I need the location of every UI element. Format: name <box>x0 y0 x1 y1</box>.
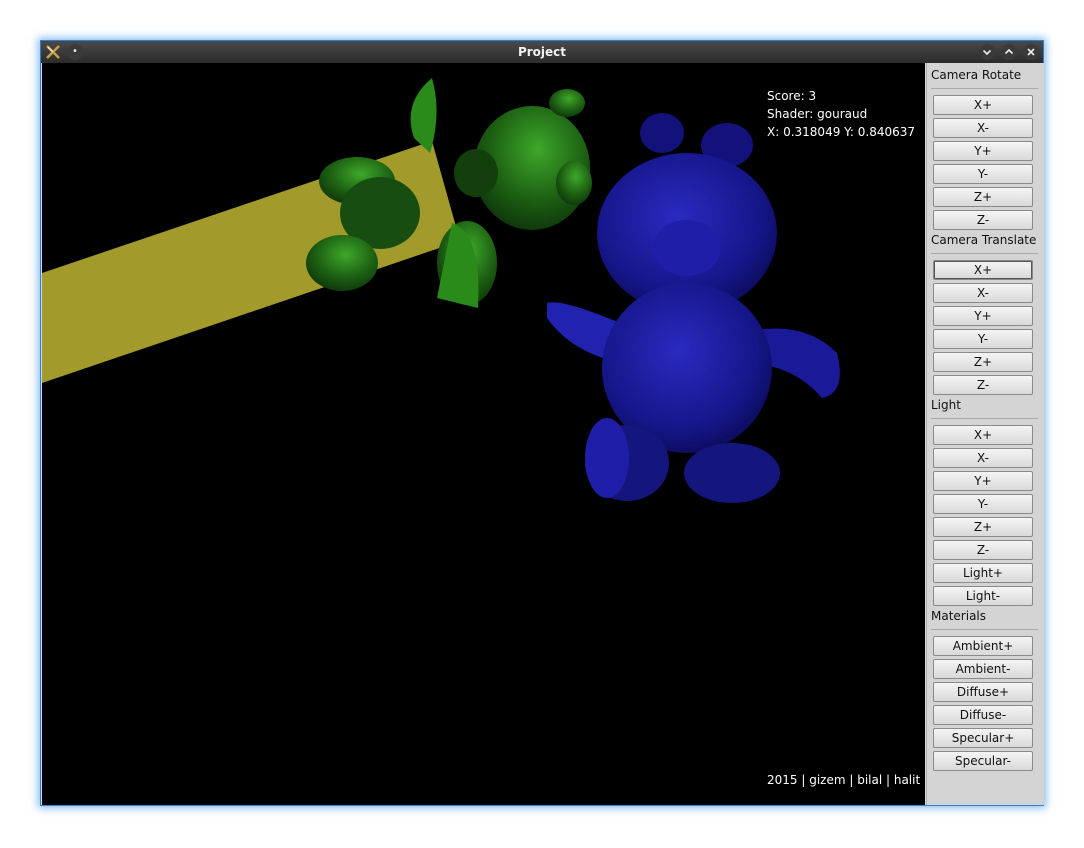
coords-readout: X: 0.318049 Y: 0.840637 <box>767 125 916 139</box>
control-panel: Camera Rotate X+ X- Y+ Y- Z+ Z- Camera T… <box>926 63 1044 805</box>
green-bear-model <box>306 78 592 308</box>
separator <box>931 253 1038 254</box>
separator <box>931 629 1038 630</box>
camera-translate-z-plus-button[interactable]: Z+ <box>933 352 1033 372</box>
ambient-minus-button[interactable]: Ambient- <box>933 659 1033 679</box>
window-title: Project <box>517 45 567 59</box>
camera-rotate-z-minus-button[interactable]: Z- <box>933 210 1033 230</box>
camera-translate-x-minus-button[interactable]: X- <box>933 283 1033 303</box>
camera-rotate-y-plus-button[interactable]: Y+ <box>933 141 1033 161</box>
light-minus-button[interactable]: Light- <box>933 586 1033 606</box>
blue-bear-model <box>547 113 840 503</box>
diffuse-plus-button[interactable]: Diffuse+ <box>933 682 1033 702</box>
shader-text: Shader: gouraud <box>767 107 868 121</box>
camera-rotate-z-plus-button[interactable]: Z+ <box>933 187 1033 207</box>
light-label: Light <box>931 398 961 412</box>
light-z-plus-button[interactable]: Z+ <box>933 517 1033 537</box>
close-icon[interactable] <box>1023 44 1039 60</box>
separator <box>931 88 1038 89</box>
camera-translate-z-minus-button[interactable]: Z- <box>933 375 1033 395</box>
specular-minus-button[interactable]: Specular- <box>933 751 1033 771</box>
title-bar[interactable]: • Project <box>41 41 1043 63</box>
camera-rotate-label: Camera Rotate <box>931 68 1022 82</box>
gl-viewport[interactable]: Score: 3 Shader: gouraud X: 0.318049 Y: … <box>42 63 925 805</box>
camera-rotate-y-minus-button[interactable]: Y- <box>933 164 1033 184</box>
light-x-plus-button[interactable]: X+ <box>933 425 1033 445</box>
camera-rotate-x-minus-button[interactable]: X- <box>933 118 1033 138</box>
credits-text: 2015 | gizem | bilal | halit <box>767 773 921 787</box>
floor-plane <box>42 141 460 383</box>
camera-translate-y-plus-button[interactable]: Y+ <box>933 306 1033 326</box>
light-plus-button[interactable]: Light+ <box>933 563 1033 583</box>
camera-translate-y-minus-button[interactable]: Y- <box>933 329 1033 349</box>
light-y-minus-button[interactable]: Y- <box>933 494 1033 514</box>
camera-rotate-x-plus-button[interactable]: X+ <box>933 95 1033 115</box>
camera-translate-label: Camera Translate <box>931 233 1037 247</box>
materials-label: Materials <box>931 609 987 623</box>
specular-plus-button[interactable]: Specular+ <box>933 728 1033 748</box>
score-text: Score: 3 <box>767 89 817 103</box>
ambient-plus-button[interactable]: Ambient+ <box>933 636 1033 656</box>
camera-translate-x-plus-button[interactable]: X+ <box>933 260 1033 280</box>
separator <box>931 418 1038 419</box>
light-y-plus-button[interactable]: Y+ <box>933 471 1033 491</box>
chevron-up-icon[interactable] <box>1001 44 1017 60</box>
chevron-down-icon[interactable] <box>979 44 995 60</box>
light-x-minus-button[interactable]: X- <box>933 448 1033 468</box>
diffuse-minus-button[interactable]: Diffuse- <box>933 705 1033 725</box>
light-z-minus-button[interactable]: Z- <box>933 540 1033 560</box>
app-window: • Project Score: 3 Shader: gouraud X: 0.… <box>40 40 1044 806</box>
